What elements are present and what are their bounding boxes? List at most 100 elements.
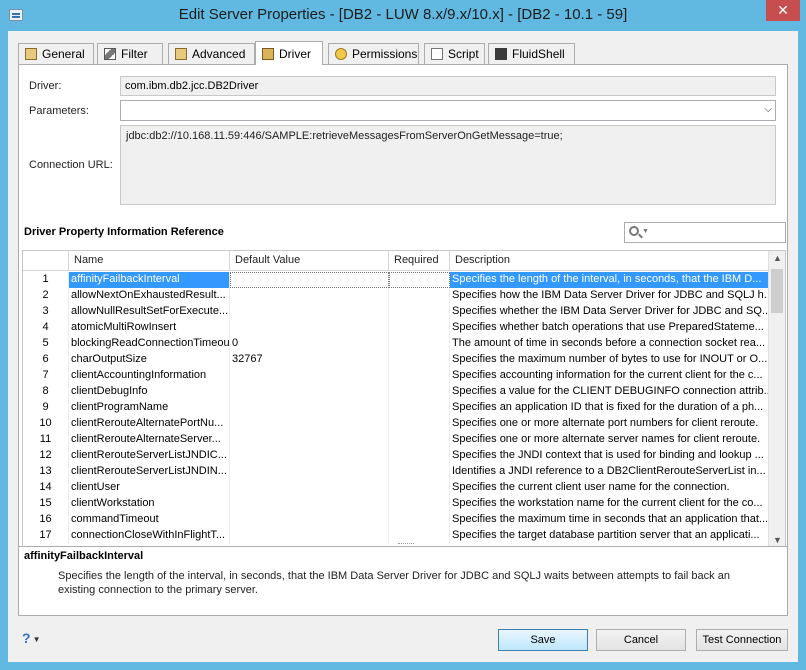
cell-required [389,368,450,384]
tab-label: Driver [279,46,311,61]
row-number: 3 [23,304,69,320]
cell-name: clientUser [69,480,230,496]
cell-name: clientDebugInfo [69,384,230,400]
column-header-name[interactable]: Name [69,251,230,271]
tab-permissions[interactable]: Permissions [328,43,419,64]
table-row[interactable]: 12 clientRerouteServerListJNDIC... Specifi… [23,448,769,464]
search-input[interactable]: ▼ [624,222,786,243]
cell-default-value [230,400,389,416]
tab-filter[interactable]: Filter [97,43,163,64]
cell-required [389,448,450,464]
cell-default-value [230,384,389,400]
cell-required [389,336,450,352]
cell-name: charOutputSize [69,352,230,368]
scroll-down-icon[interactable]: ▼ [773,535,782,545]
general-icon [25,48,37,60]
driver-icon [262,47,274,60]
filter-icon [104,48,116,60]
cell-description: Specifies how the IBM Data Server Driver… [450,288,769,304]
table-row[interactable]: 1 affinityFailbackInterval Specifies the l… [23,272,769,288]
cell-default-value [230,480,389,496]
row-number-header [23,251,69,271]
table-row[interactable]: 8 clientDebugInfo Specifies a value for th… [23,384,769,400]
table-row[interactable]: 9 clientProgramName Specifies an applicati… [23,400,769,416]
cancel-button[interactable]: Cancel [596,629,686,651]
vertical-scrollbar[interactable]: ▲ ▼ [768,251,785,547]
tab-label: General [42,47,85,61]
close-button[interactable]: ✕ [766,0,800,21]
tab-label: Permissions [352,47,418,61]
cell-description: Specifies the target database partition … [450,528,769,544]
connection-url-field[interactable]: jdbc:db2://10.168.11.59:446/SAMPLE:retri… [120,125,776,205]
scroll-up-icon[interactable]: ▲ [773,253,782,263]
help-icon: ? [22,630,31,646]
cell-name: clientRerouteServerListJNDIN... [69,464,230,480]
title-bar[interactable]: Edit Server Properties - [DB2 - LUW 8.x/… [0,0,806,31]
table-header: Name Default Value Required Description [23,251,769,271]
table-row[interactable]: 15 clientWorkstation Specifies the worksta… [23,496,769,512]
tab-driver[interactable]: Driver [255,41,323,65]
cell-name: clientWorkstation [69,496,230,512]
cell-required [389,416,450,432]
table-row[interactable]: 2 allowNextOnExhaustedResult... Specifies … [23,288,769,304]
cell-required [389,432,450,448]
tab-general[interactable]: General [18,43,94,64]
table-row[interactable]: 10 clientRerouteAlternatePortNu... Specifi… [23,416,769,432]
cell-description: Specifies a value for the CLIENT DEBUGIN… [450,384,769,400]
cell-name: clientAccountingInformation [69,368,230,384]
script-icon [431,48,443,60]
cell-description: Specifies accounting information for the… [450,368,769,384]
window-title: Edit Server Properties - [DB2 - LUW 8.x/… [178,6,628,23]
dialog-body: General Filter Advanced Driver Permissio… [8,31,798,662]
row-number: 17 [23,528,69,544]
table-row[interactable]: 7 clientAccountingInformation Specifies ac… [23,368,769,384]
table-row[interactable]: 14 clientUser Specifies the current client… [23,480,769,496]
detail-title: affinityFailbackInterval [24,550,144,562]
save-button[interactable]: Save [498,629,588,651]
cell-name: clientRerouteAlternatePortNu... [69,416,230,432]
cell-required [389,272,450,288]
tab-label: Advanced [192,47,246,61]
parameters-combobox[interactable]: ⌵ [120,100,776,121]
driver-field[interactable]: com.ibm.db2.jcc.DB2Driver [120,76,776,96]
row-number: 15 [23,496,69,512]
column-header-default[interactable]: Default Value [230,251,389,271]
cell-required [389,464,450,480]
cell-description: Specifies one or more alternate server n… [450,432,769,448]
test-connection-button[interactable]: Test Connection [696,629,788,651]
row-number: 10 [23,416,69,432]
help-button[interactable]: ? ▼ [22,630,48,650]
cell-description: Specifies the JNDI context that is used … [450,448,769,464]
table-row[interactable]: 4 atomicMultiRowInsert Specifies whether b… [23,320,769,336]
column-header-description[interactable]: Description [450,251,769,271]
table-row[interactable]: 5 blockingReadConnectionTimeout 0 The amoun… [23,336,769,352]
cell-required [389,480,450,496]
tab-advanced[interactable]: Advanced [168,43,255,64]
tab-fluidshell[interactable]: FluidShell [488,43,575,64]
cell-description: Specifies an application ID that is fixe… [450,400,769,416]
table-row[interactable]: 6 charOutputSize 32767 Specifies the maximu… [23,352,769,368]
property-table: Name Default Value Required Description … [22,250,786,548]
column-header-required[interactable]: Required [389,251,450,271]
table-row[interactable]: 3 allowNullResultSetForExecute... Specifie… [23,304,769,320]
cell-default-value [230,448,389,464]
table-row[interactable]: 11 clientRerouteAlternateServer... Specifi… [23,432,769,448]
cell-name: allowNullResultSetForExecute... [69,304,230,320]
window-frame: Edit Server Properties - [DB2 - LUW 8.x/… [0,0,806,670]
scroll-thumb[interactable] [771,269,783,313]
search-dropdown-icon[interactable]: ▼ [642,228,649,235]
driver-panel: Driver: com.ibm.db2.jcc.DB2Driver Parame… [18,64,788,549]
advanced-icon [175,48,187,60]
row-number: 2 [23,288,69,304]
detail-panel: affinityFailbackInterval Specifies the l… [18,546,788,616]
table-row[interactable]: 16 commandTimeout Specifies the maximum ti… [23,512,769,528]
cell-default-value [230,528,389,544]
table-row[interactable]: 13 clientRerouteServerListJNDIN... Identif… [23,464,769,480]
cell-default-value [230,368,389,384]
tab-script[interactable]: Script [424,43,485,64]
chevron-down-icon[interactable]: ⌵ [764,104,772,115]
driver-label: Driver: [29,80,62,92]
table-row[interactable]: 17 connectionCloseWithInFlightT... Specifi… [23,528,769,544]
row-number: 6 [23,352,69,368]
reference-title: Driver Property Information Reference [24,226,224,238]
